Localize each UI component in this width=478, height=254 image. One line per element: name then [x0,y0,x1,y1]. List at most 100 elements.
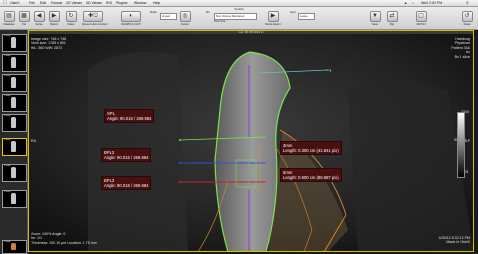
top-right-info: Hamburg Physician Patient 34A Ax Bx 1 sl… [451,37,470,59]
image-viewer[interactable]: Lat: 2D 08 2013 Lt Image size: 748 x 748… [28,30,474,252]
right-orientation-marker: LP [465,139,470,143]
mouse-tools-group[interactable]: ✚⎋ Mouse button function [82,11,108,26]
mode-select[interactable]: Linear [160,13,177,20]
series-thumbnail[interactable]: 1 image [2,94,27,112]
thumb-image [11,97,16,108]
thumb-caption: 1 image [4,165,11,167]
anat-label: 3D- [206,11,211,14]
series-label: Series [35,23,43,26]
menu-2d-viewer[interactable]: 2D Viewer [66,0,82,6]
wifi-icon[interactable]: ▲ [404,0,407,6]
thumb-caption: 1 image [4,139,11,141]
spotlight-icon[interactable]: ⚲ [466,0,469,6]
tile-label: Tile [21,23,27,26]
reset-label: Reset [67,23,75,26]
thumb-image [11,243,16,250]
menu-help[interactable]: Help [153,0,160,6]
menu-file[interactable]: File [29,0,35,6]
thumb-caption: 1 image [4,191,11,193]
series-thumbnail-selected[interactable]: 1 image [2,138,27,156]
viewer-title-bar: Lat: 2D 08 2013 Lt [28,30,474,34]
bottom-left-info: Zoom: 240% Angle: 0 Im: 1/1 Thickness: 1… [31,232,97,245]
fusion-icon: ◎ [179,11,191,22]
mode-label: Mode: [150,11,158,14]
length-label-3mm[interactable]: 3mm Length: 0.300 cm (41.841 pix) [280,141,342,156]
ct-image [28,30,474,252]
menu-plugins[interactable]: Plugins [116,0,127,6]
handle-point[interactable] [179,139,181,141]
reset-icon: ↻ [65,11,77,22]
series-thumbnail-sidebar: 1 image 1 image 1 image 1 image 1 image … [0,30,28,254]
thumb-caption: 1 image [4,55,11,57]
series-thumbnail[interactable]: 1 image [2,54,27,72]
series-thumbnail[interactable]: 1 image [2,164,27,182]
volume-icon[interactable]: ♪ [412,0,414,6]
series-button[interactable]: ◀ Series [32,11,46,26]
menu-format[interactable]: Format [51,0,62,6]
flip-label: Flip [389,23,395,26]
patient-icon: ▶ [48,11,60,22]
3d-print-button[interactable]: ▢ 3D Print [413,11,429,26]
save-icon: ▼ [369,11,381,22]
movie-export-button[interactable]: ▶ Movie Export [264,11,282,26]
thumb-image [11,193,16,204]
bottom-right-info: 4/25/12 8:32:12 PM Made in OsiriX [439,236,470,245]
movie-export-label: Movie Export [265,23,281,26]
fusion-label: Fusion [181,23,189,26]
thumb-image [11,77,16,88]
series-thumbnail[interactable]: 1 image [2,240,27,254]
flip-button[interactable]: ⇄ Flip [384,11,400,26]
roi-label-bpl3-2[interactable]: BPL3 Angle: 90.016 / 269.984 [101,176,152,191]
length-value: Length: 0.600 cm (88.687 pix) [283,175,339,181]
thumb-image [11,141,16,152]
toolbar: Toolbar ▤ Database ▦ Tile ◀ Series ▶ Pat… [0,7,478,30]
length-value: Length: 0.300 cm (41.841 pix) [283,148,339,154]
made-in-text: Made in OsiriX [446,240,470,245]
database-label: Database [3,23,15,26]
fusion-button[interactable]: ◎ Fusion [178,11,192,26]
mouse-tools-label: Mouse button function [82,23,108,26]
menu-app[interactable]: OsiriX [10,0,20,6]
roi-label-spl[interactable]: SPL Angle: 90.016 / 269.984 [104,109,155,124]
3d-print-label: 3D Print [416,23,426,26]
menu-window[interactable]: Window [134,0,146,6]
cube-icon: ▢ [415,11,427,22]
series-thumbnail[interactable]: 1 image [2,34,27,52]
roi-label-bpl3-1[interactable]: BPL3 Angle: 90.016 / 269.984 [101,148,152,163]
tile-icon: ▦ [18,11,30,22]
contrast-icon: ◐ [121,11,141,22]
save-button[interactable]: ▼ Save [367,11,383,26]
thumb-caption: 1 image [4,95,11,97]
movie-icon: ▶ [267,11,279,22]
handle-point[interactable] [179,181,181,183]
handle-point[interactable] [179,162,181,164]
thumb-image [11,57,16,68]
patient-button[interactable]: ▶ Patient [47,11,61,26]
apple-menu-icon[interactable]:  [3,0,7,6]
length-label-6mm[interactable]: 6mm Length: 0.600 cm (88.687 pix) [280,168,342,183]
roi-angle: Angle: 90.016 / 269.984 [104,183,149,189]
series-thumbnail[interactable]: 1 image [2,74,27,92]
database-button[interactable]: ▤ Database [2,11,16,26]
series-thumbnail[interactable]: 1 image [2,190,27,208]
pixel-size-label: Pixel Size [214,20,226,23]
tile-button[interactable]: ▦ Tile [17,11,31,26]
roi-angle: Angle: 90.016 / 269.984 [104,155,149,161]
menu-edit[interactable]: Edit [40,0,46,6]
left-orientation-marker: RA [31,139,36,143]
wl-ww-clut-label: WL/WW & CLUT [121,23,141,26]
menu-roi[interactable]: ROI [106,0,112,6]
menu-clock[interactable]: Wed 2:52 PM [421,0,442,6]
series-thumbnail[interactable]: 1 image [2,114,27,132]
menu-3d-viewer[interactable]: 3D Viewer [86,0,102,6]
intensity-scale-bar [457,112,465,178]
wl-ww-clut-button[interactable]: ◐ WL/WW & CLUT [120,11,142,26]
sync-select[interactable]: Leave [298,13,315,20]
patient-label: Patient [49,23,59,26]
thickness-location-text: Thickness: 100.10 µm Location: 1.75 mm [31,240,97,245]
series-icon: ◀ [33,11,45,22]
reset-button[interactable]: ↻ Reset [64,11,78,26]
reset-view-button[interactable]: ↺ Reset [459,11,475,26]
roi-angle: Angle: 90.016 / 269.984 [107,116,152,122]
render-mode-select[interactable]: Non Volume Rendered [214,13,257,20]
